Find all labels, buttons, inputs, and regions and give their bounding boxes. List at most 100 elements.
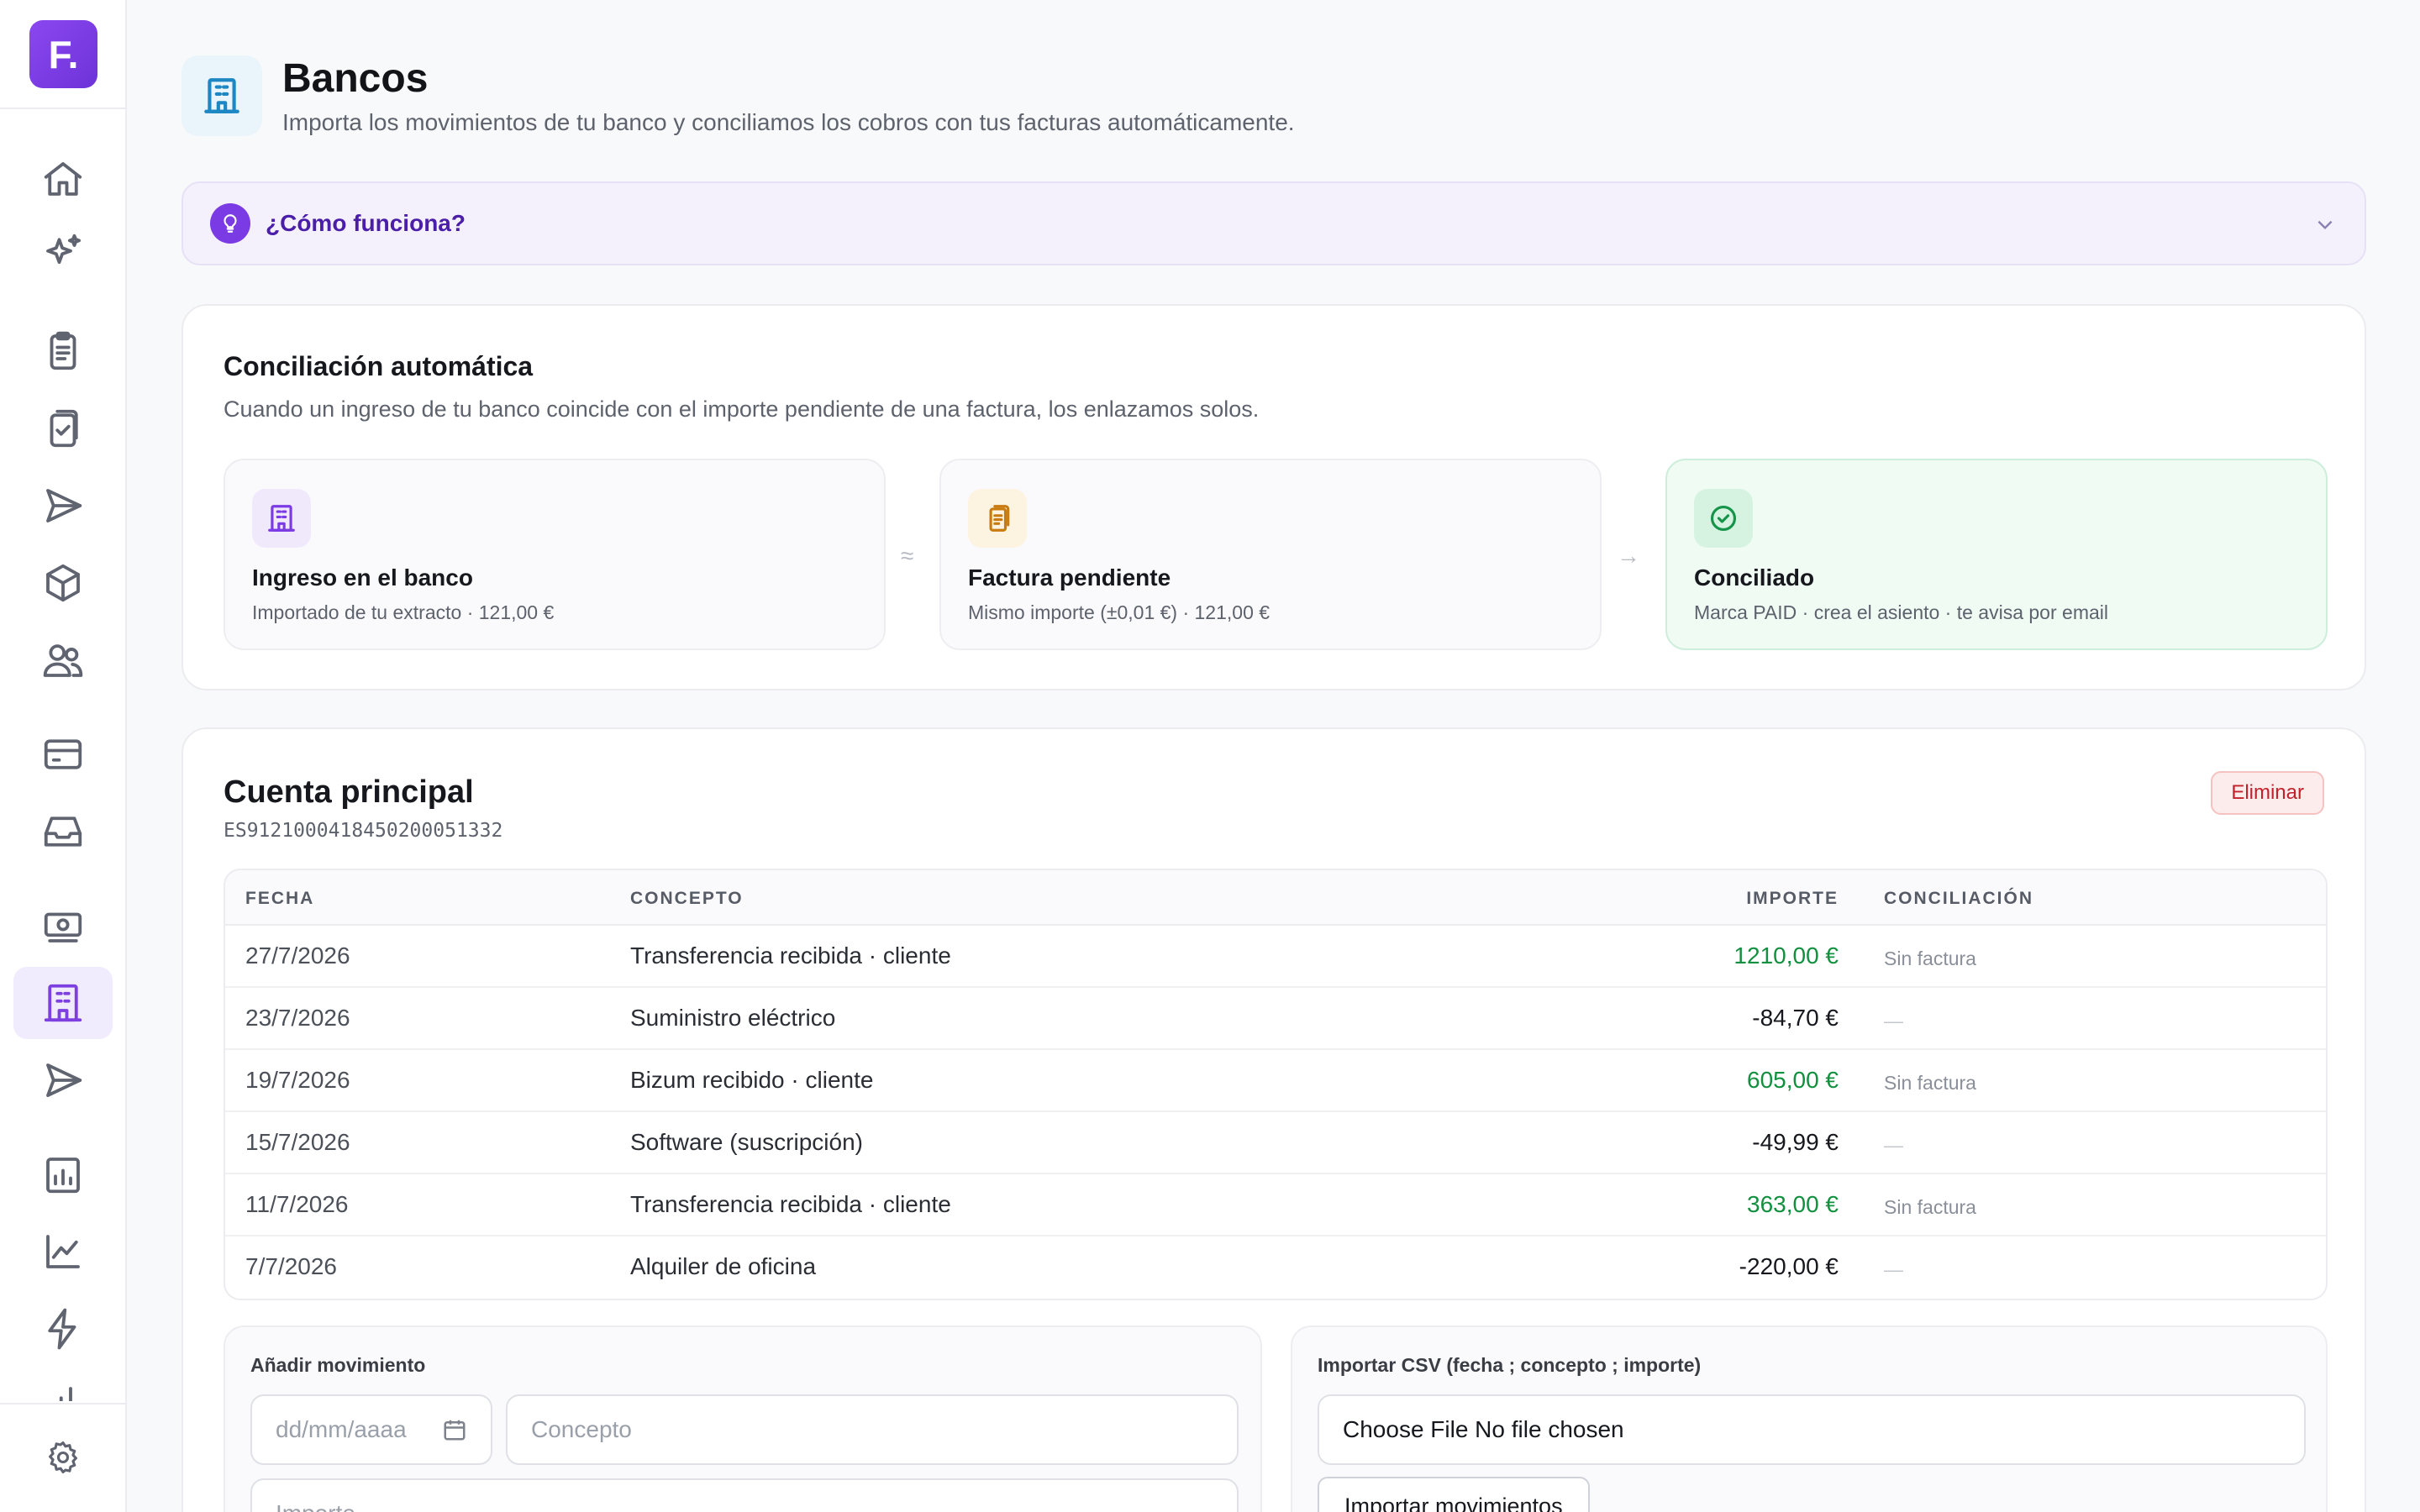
row-reconciliation-status: —: [1884, 1134, 1903, 1156]
sidebar-item-ai[interactable]: [13, 217, 113, 289]
table-row[interactable]: 23/7/2026 Suministro eléctrico -84,70 € …: [225, 988, 2326, 1050]
send-icon: [46, 489, 82, 522]
sidebar-item-contacts[interactable]: [13, 624, 113, 696]
arrow-separator: →: [1617, 543, 1640, 569]
sidebar-item-analytics[interactable]: [13, 1215, 113, 1288]
table-row[interactable]: 19/7/2026 Bizum recibido · cliente 605,0…: [225, 1050, 2326, 1112]
sidebar-item-invoices[interactable]: [13, 315, 113, 387]
how-it-works-toggle[interactable]: ¿Cómo funciona?: [182, 181, 2366, 265]
concept-input[interactable]: [531, 1416, 1213, 1443]
table-row[interactable]: 11/7/2026 Transferencia recibida · clien…: [225, 1174, 2326, 1236]
account-name: Cuenta principal: [224, 774, 474, 810]
column-concept: CONCEPTO: [630, 889, 744, 908]
box-icon: [46, 564, 80, 602]
table-header: FECHA CONCEPTO IMPORTE CONCILIACIÓN: [225, 870, 2326, 926]
approx-separator: ≈: [901, 543, 914, 569]
column-reconciliation: CONCILIACIÓN: [1884, 889, 2033, 908]
row-date: 27/7/2026: [245, 942, 350, 969]
invoices-icon: [50, 331, 76, 370]
sidebar-divider: [0, 108, 127, 109]
credit-card-icon: [44, 739, 82, 769]
import-csv-label: Importar CSV (fecha ; concepto ; importe…: [1318, 1354, 1702, 1376]
approved-invoices-icon: [50, 409, 78, 448]
row-concept: Suministro eléctrico: [630, 1005, 836, 1031]
sidebar-item-payments[interactable]: [13, 718, 113, 790]
step-subtitle: Importado de tu extracto · 121,00 €: [252, 601, 555, 623]
row-amount: 363,00 €: [1747, 1191, 1839, 1217]
bank-icon: [252, 489, 311, 548]
sidebar-item-home[interactable]: [13, 143, 113, 215]
date-field[interactable]: [250, 1394, 492, 1465]
delete-account-button[interactable]: Eliminar: [2211, 771, 2324, 815]
row-reconciliation-status: —: [1884, 1258, 1903, 1280]
movements-table: FECHA CONCEPTO IMPORTE CONCILIACIÓN 27/7…: [224, 869, 2328, 1300]
app-logo[interactable]: F.: [29, 20, 97, 88]
calendar-icon[interactable]: [442, 1417, 467, 1442]
row-concept: Software (suscripción): [630, 1129, 863, 1155]
row-amount: -84,70 €: [1752, 1005, 1839, 1031]
page-subtitle: Importa los movimientos de tu banco y co…: [282, 109, 1295, 135]
step-title: Conciliado: [1694, 564, 1815, 591]
sparkles-icon: [46, 234, 82, 265]
sidebar-item-approved[interactable]: [13, 392, 113, 465]
sidebar-item-cash[interactable]: [13, 890, 113, 962]
sidebar-item-send[interactable]: [13, 470, 113, 542]
cash-icon: [44, 912, 82, 942]
step-pending-invoice: Factura pendiente Mismo importe (±0,01 €…: [939, 459, 1602, 650]
sidebar-item-reports[interactable]: [13, 1138, 113, 1210]
row-date: 15/7/2026: [245, 1129, 350, 1155]
lightbulb-icon: [210, 203, 250, 244]
check-circle-icon: [1694, 489, 1753, 548]
table-row[interactable]: 27/7/2026 Transferencia recibida · clien…: [225, 926, 2326, 988]
sidebar-item-inbox[interactable]: [13, 795, 113, 868]
sidebar: F.: [0, 0, 127, 1512]
step-subtitle: Mismo importe (±0,01 €) · 121,00 €: [968, 601, 1270, 623]
page-title: Bancos: [282, 56, 429, 101]
step-title: Factura pendiente: [968, 564, 1171, 591]
send-icon: [46, 1063, 82, 1097]
concept-field[interactable]: [506, 1394, 1239, 1465]
table-row[interactable]: 15/7/2026 Software (suscripción) -49,99 …: [225, 1112, 2326, 1174]
row-amount: -220,00 €: [1739, 1253, 1839, 1279]
step-subtitle: Marca PAID · crea el asiento · te avisa …: [1694, 601, 2108, 623]
inbox-icon: [44, 816, 82, 847]
amount-input[interactable]: [276, 1500, 1213, 1512]
gear-icon: [49, 1441, 77, 1473]
invoice-icon: [968, 489, 1027, 548]
amount-field[interactable]: [250, 1478, 1239, 1512]
row-reconciliation-status: Sin factura: [1884, 948, 1976, 969]
table-row[interactable]: 7/7/2026 Alquiler de oficina -220,00 € —: [225, 1236, 2326, 1299]
step-title: Ingreso en el banco: [252, 564, 473, 591]
row-amount: 605,00 €: [1747, 1067, 1839, 1093]
row-date: 23/7/2026: [245, 1005, 350, 1031]
sidebar-item-settings[interactable]: [13, 1421, 113, 1494]
column-date: FECHA: [245, 889, 315, 908]
bank-account-card: Cuenta principal ES912100041845020005133…: [182, 727, 2366, 1512]
sidebar-item-stats[interactable]: [13, 1361, 113, 1401]
row-concept: Transferencia recibida · cliente: [630, 942, 951, 969]
home-icon: [44, 162, 82, 196]
date-input[interactable]: [276, 1416, 442, 1443]
column-amount: IMPORTE: [1746, 889, 1839, 908]
sidebar-item-send-2[interactable]: [13, 1044, 113, 1116]
row-concept: Transferencia recibida · cliente: [630, 1191, 951, 1217]
row-concept: Alquiler de oficina: [630, 1253, 817, 1279]
reconciliation-description: Cuando un ingreso de tu banco coincide c…: [224, 396, 1260, 422]
report-icon: [46, 1158, 80, 1194]
chart-line-icon: [46, 1235, 80, 1268]
account-iban: ES9121000418450200051332: [224, 820, 503, 842]
page-icon: [182, 55, 262, 136]
chevron-down-icon[interactable]: [2314, 213, 2336, 235]
bar-chart-icon: [59, 1387, 72, 1401]
reconciliation-card: Conciliación automática Cuando un ingres…: [182, 304, 2366, 690]
bank-icon: [44, 984, 82, 1022]
sidebar-item-banks[interactable]: [13, 967, 113, 1039]
lightning-icon: [48, 1308, 76, 1350]
row-date: 19/7/2026: [245, 1067, 350, 1093]
row-date: 11/7/2026: [245, 1191, 349, 1217]
import-movements-button[interactable]: Importar movimientos: [1318, 1477, 1590, 1512]
csv-file-input[interactable]: Choose File No file chosen: [1318, 1394, 2306, 1465]
sidebar-item-products[interactable]: [13, 547, 113, 619]
sidebar-item-automations[interactable]: [13, 1293, 113, 1365]
add-movement-label: Añadir movimiento: [250, 1354, 426, 1376]
